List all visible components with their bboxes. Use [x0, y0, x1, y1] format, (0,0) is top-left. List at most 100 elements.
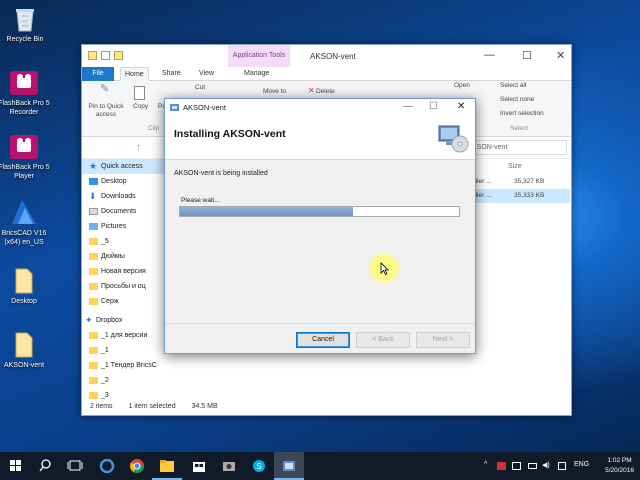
taskbar-installer[interactable] [274, 452, 304, 480]
desktop-icon-flashback-player[interactable]: FlashBack Pro 5 Player [0, 134, 53, 181]
tab-share[interactable]: Share [158, 67, 185, 81]
minimize-icon[interactable]: — [484, 49, 495, 61]
nav-item-folder[interactable]: _3 [82, 388, 174, 399]
language-indicator[interactable]: ENG [574, 461, 589, 468]
skype-icon: S [253, 460, 265, 472]
nav-item-folder[interactable]: Новая версия [82, 264, 174, 279]
tab-manage[interactable]: Manage [240, 67, 273, 81]
table-row[interactable]: aller ... 35,327 KB [470, 175, 570, 189]
close-icon[interactable]: ✕ [457, 101, 465, 112]
taskbar-clock[interactable]: 1:02 PM 5/20/2016 [605, 456, 634, 476]
file-size: 35,333 KB [514, 192, 545, 199]
next-button[interactable]: Next > [416, 332, 470, 348]
notifications-icon[interactable] [558, 462, 566, 470]
column-header-size[interactable]: Size [470, 159, 570, 175]
battery-icon[interactable] [528, 463, 537, 469]
tray-app-icon[interactable] [497, 462, 506, 470]
nav-item-folder[interactable]: _1 для версии [82, 328, 174, 343]
status-selected: 1 item selected [128, 403, 176, 410]
open-button[interactable]: Open [454, 82, 470, 90]
pictures-icon [89, 223, 98, 230]
delete-button[interactable]: Delete [316, 88, 335, 96]
invert-selection-button[interactable]: Invert selection [500, 110, 544, 118]
ribbon-tabs: File Home Share View Manage [82, 67, 571, 81]
start-button[interactable] [0, 452, 30, 480]
desktop-icon-bricscad[interactable]: BricsCAD V16 (x64) en_US [0, 198, 53, 247]
desktop-icon-label: AKSON-vent [3, 362, 45, 369]
store-icon [193, 462, 205, 472]
file-list: Size aller ... 35,327 KB aller ... 35,33… [470, 159, 570, 279]
close-icon[interactable]: ✕ [556, 49, 565, 62]
clock-date: 5/20/2016 [605, 467, 634, 474]
dialog-divider [165, 323, 475, 324]
properties-icon[interactable] [101, 51, 110, 60]
folder-icon [89, 332, 98, 339]
recycle-bin-icon [16, 9, 34, 32]
taskbar-edge[interactable] [92, 452, 122, 480]
explorer-titlebar[interactable]: Application Tools AKSON-vent — ☐ ✕ [82, 45, 571, 67]
nav-item-documents[interactable]: Documents ✎ [82, 204, 174, 219]
nav-item-folder[interactable]: _1 Тендер BricsC [82, 358, 174, 373]
search-button[interactable] [30, 452, 60, 480]
nav-item-folder[interactable]: Дюймы [82, 249, 174, 264]
minimize-icon[interactable]: — [403, 101, 413, 112]
tray-chevron-icon[interactable]: ^ [484, 461, 487, 468]
taskbar-explorer[interactable] [152, 452, 182, 480]
explorer-title: AKSON-vent [310, 52, 356, 61]
installer-titlebar[interactable]: AKSON-vent — ☐ ✕ [165, 99, 475, 116]
desktop-icon-desktop[interactable]: Desktop [0, 268, 53, 306]
taskbar-store[interactable] [184, 452, 214, 480]
desktop-icon-flashback-recorder[interactable]: FlashBack Pro 5 Recorder [0, 70, 53, 117]
documents-icon [89, 208, 98, 215]
folder-icon [88, 51, 97, 60]
tab-view[interactable]: View [195, 67, 218, 81]
task-view-button[interactable] [60, 452, 90, 480]
pin-to-quick-access-button[interactable]: Pin to Quick access [85, 103, 127, 119]
search-input[interactable]: KSON-vent [467, 140, 567, 155]
nav-item-label: Downloads [101, 193, 136, 200]
nav-item-desktop[interactable]: Desktop ✎ [82, 174, 174, 189]
desktop-icon-label: FlashBack Pro 5 Player [0, 164, 50, 180]
volume-icon[interactable]: ◀) [542, 461, 550, 469]
nav-item-pictures[interactable]: Pictures ✎ [82, 219, 174, 234]
nav-item-folder[interactable]: Просьбы и оц [82, 279, 174, 294]
nav-item-folder[interactable]: _1 [82, 343, 174, 358]
taskbar-chrome[interactable] [122, 452, 152, 480]
svg-text:S: S [256, 462, 261, 471]
cancel-button[interactable]: Cancel [296, 332, 350, 348]
taskbar-camera[interactable] [214, 452, 244, 480]
taskbar-skype[interactable]: S [244, 452, 274, 480]
table-row[interactable]: aller ... 35,333 KB [470, 189, 570, 203]
nav-item-label: Dropbox [96, 317, 123, 324]
back-button[interactable]: < Back [356, 332, 410, 348]
document-icon [15, 268, 33, 294]
nav-item-quick-access[interactable]: ★ Quick access [82, 159, 174, 174]
desktop-icon-akson[interactable]: AKSON-vent [0, 332, 53, 370]
nav-item-dropbox[interactable]: ✦ Dropbox [82, 313, 174, 328]
installer-window-title: AKSON-vent [183, 103, 226, 112]
maximize-icon[interactable]: ☐ [429, 101, 438, 112]
installer-dialog[interactable]: AKSON-vent — ☐ ✕ Installing AKSON-vent A… [164, 98, 476, 354]
cut-button[interactable]: Cut [195, 84, 205, 92]
desktop-icon-label: BricsCAD V16 (x64) en_US [1, 230, 47, 246]
nav-item-label: _1 для версии [101, 332, 148, 339]
new-folder-icon[interactable] [114, 51, 123, 60]
nav-item-downloads[interactable]: ⬇ Downloads ✎ [82, 189, 174, 204]
nav-item-folder[interactable]: _5 [82, 234, 174, 249]
network-icon[interactable] [512, 462, 521, 470]
installer-app-icon [170, 104, 179, 111]
select-all-button[interactable]: Select all [500, 82, 526, 90]
copy-button[interactable]: Copy [133, 103, 148, 111]
move-to-button[interactable]: Move to [263, 88, 286, 96]
nav-item-label: _2 [101, 377, 109, 384]
flashback-player-icon [10, 135, 38, 159]
up-arrow-icon[interactable]: ↑ [136, 142, 141, 153]
dropbox-icon: ✦ [85, 315, 93, 325]
nav-item-folder[interactable]: Серж [82, 294, 174, 309]
maximize-icon[interactable]: ☐ [522, 49, 532, 62]
select-none-button[interactable]: Select none [500, 96, 534, 104]
tab-file[interactable]: File [82, 67, 114, 81]
tab-home[interactable]: Home [120, 67, 149, 81]
nav-item-folder[interactable]: _2 [82, 373, 174, 388]
desktop-icon-recycle-bin[interactable]: Recycle Bin [0, 6, 54, 44]
